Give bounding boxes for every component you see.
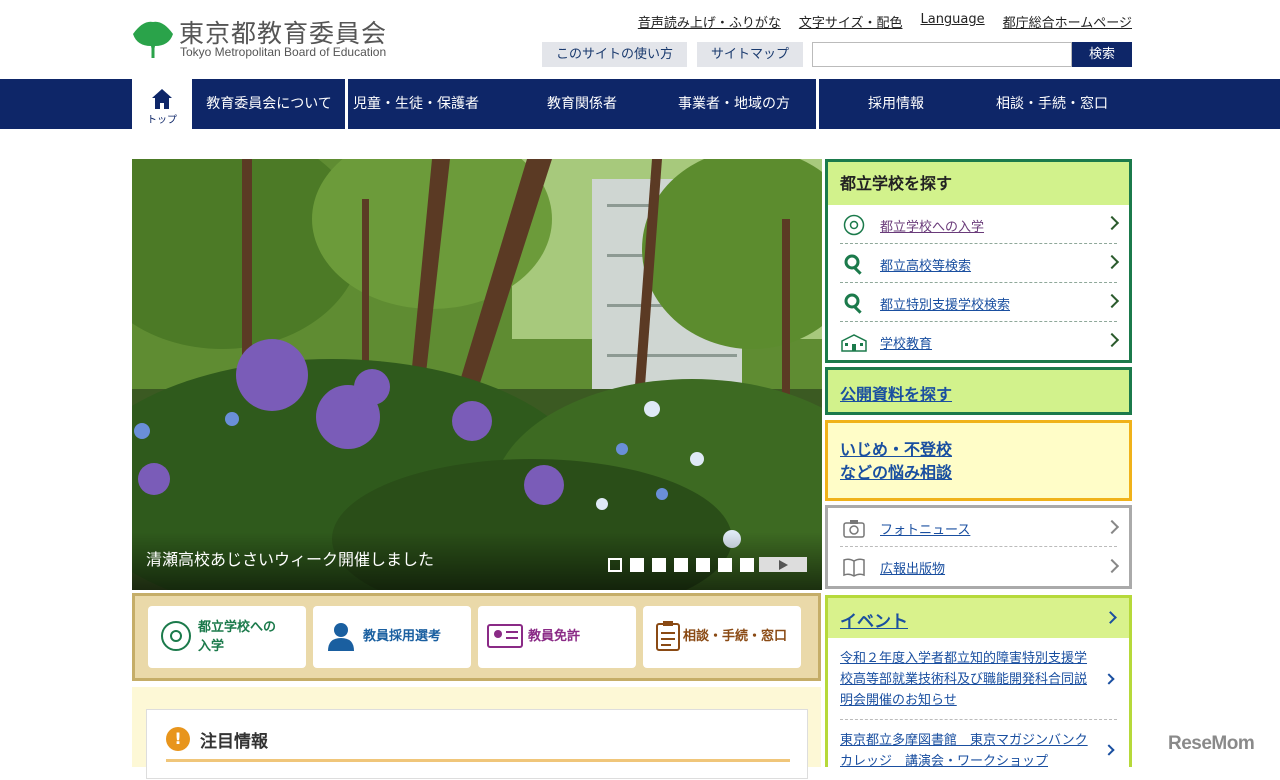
events-header[interactable]: イベント <box>828 598 1129 638</box>
slide-dot[interactable] <box>674 558 688 572</box>
chevron-right-icon <box>1104 611 1117 624</box>
magnifier-icon <box>844 254 862 275</box>
school-search-label[interactable]: 都立高校等検索 <box>880 255 971 274</box>
license-card-icon <box>487 624 523 648</box>
chevron-right-icon <box>1104 519 1120 535</box>
school-search-label[interactable]: 都立学校への入学 <box>880 216 984 235</box>
slide-dot[interactable] <box>696 558 710 572</box>
events-title[interactable]: イベント <box>840 607 908 632</box>
public-docs-link[interactable]: 公開資料を探す <box>840 381 952 405</box>
quick-link-admission[interactable]: 都立学校への 入学 <box>148 606 306 668</box>
misc-link-label[interactable]: フォトニュース <box>880 519 970 538</box>
attention-panel: ! 注目情報 <box>146 709 808 779</box>
chevron-right-icon <box>1104 332 1120 348</box>
event-link[interactable]: 東京都立多摩図書館 東京マガジンバンクカレッジ 講演会・ワークショップ <box>840 733 1088 769</box>
sitemap-button[interactable]: サイトマップ <box>697 42 804 67</box>
site-logo[interactable]: 東京都教育委員会 Tokyo Metropolitan Board of Edu… <box>131 14 411 64</box>
search-input[interactable] <box>812 42 1072 67</box>
teacher-icon <box>328 623 354 651</box>
search-button[interactable]: 検索 <box>1072 42 1132 67</box>
quick-link-consultation[interactable]: 相談・手続・窓口 <box>643 606 801 668</box>
nav-about-board[interactable]: 教育委員会について <box>194 79 344 129</box>
event-link[interactable]: 令和２年度入学者都立知的障害特別支援学校高等部就業技術科及び職能開発科合同説明会… <box>840 651 1087 708</box>
util-link-language[interactable]: Language <box>920 12 984 31</box>
school-search-box: 都立学校を探す 都立学校への入学 都立高校等検索 都立特別支援学校検索 学校教育 <box>825 159 1132 363</box>
bullying-consultation-link[interactable]: いじめ・不登校 などの悩み相談 <box>840 438 952 484</box>
hero-caption[interactable]: 清瀬高校あじさいウィーク開催しました <box>146 546 434 570</box>
misc-link-item[interactable]: 広報出版物 <box>840 547 1120 586</box>
magnifier-icon <box>844 293 862 314</box>
chevron-right-icon <box>1104 558 1120 574</box>
school-search-label[interactable]: 都立特別支援学校検索 <box>880 294 1010 313</box>
misc-links-box: フォトニュース 広報出版物 <box>825 505 1132 589</box>
event-item[interactable]: 東京都立多摩図書館 東京マガジンバンクカレッジ 講演会・ワークショップ <box>840 720 1117 780</box>
quick-link-teacher-license[interactable]: 教員免許 <box>478 606 636 668</box>
util-link-voice[interactable]: 音声読み上げ・ふりがな <box>638 12 781 31</box>
util-link-font-size[interactable]: 文字サイズ・配色 <box>799 12 903 31</box>
site-header: 東京都教育委員会 Tokyo Metropolitan Board of Edu… <box>0 0 1280 79</box>
clipboard-icon <box>656 621 680 651</box>
school-search-item[interactable]: 学校教育 <box>840 322 1120 361</box>
chevron-right-icon <box>1104 215 1120 231</box>
slide-dot[interactable] <box>652 558 666 572</box>
util-link-tocho[interactable]: 都庁総合ホームページ <box>1003 12 1132 31</box>
global-nav: トップ 教育委員会について 児童・生徒・保護者 教育関係者 事業者・地域の方 採… <box>0 79 1280 129</box>
book-icon <box>843 558 865 577</box>
camera-icon <box>843 520 865 538</box>
misc-link-label[interactable]: 広報出版物 <box>880 558 945 577</box>
school-flower-icon <box>843 214 865 236</box>
sub-buttons: このサイトの使い方 サイトマップ <box>542 42 804 67</box>
slideshow-play-button[interactable] <box>759 557 807 572</box>
logo-english: Tokyo Metropolitan Board of Education <box>180 45 387 59</box>
attention-underline <box>166 759 790 762</box>
quick-link-label: 都立学校への 入学 <box>198 619 277 655</box>
chevron-right-icon <box>1103 672 1115 685</box>
event-item[interactable]: 令和２年度入学者都立知的障害特別支援学校高等部就業技術科及び職能開発科合同説明会… <box>840 638 1117 721</box>
school-search-title: 都立学校を探す <box>828 162 1129 205</box>
nav-home-label: トップ <box>147 115 177 126</box>
quick-link-label: 教員免許 <box>528 629 581 645</box>
slide-dot[interactable] <box>740 558 754 572</box>
public-docs-box[interactable]: 公開資料を探す <box>825 367 1132 415</box>
school-search-item[interactable]: 都立高校等検索 <box>840 244 1120 283</box>
hero-slideshow[interactable]: 清瀬高校あじさいウィーク開催しました <box>132 159 822 590</box>
misc-link-item[interactable]: フォトニュース <box>840 508 1120 547</box>
chevron-right-icon <box>1104 293 1120 309</box>
quick-link-label: 教員採用選考 <box>363 629 442 645</box>
attention-title: 注目情報 <box>200 732 268 752</box>
quick-links: 都立学校への 入学 教員採用選考 教員免許 相談・手続・窓口 <box>132 593 821 681</box>
nav-business-community[interactable]: 事業者・地域の方 <box>664 79 804 129</box>
hero-photo-garden <box>132 159 822 590</box>
nav-separator <box>816 79 819 129</box>
slide-dot[interactable] <box>718 558 732 572</box>
events-box: イベント 令和２年度入学者都立知的障害特別支援学校高等部就業技術科及び職能開発科… <box>825 595 1132 769</box>
school-building-icon <box>841 334 867 352</box>
slide-dot[interactable] <box>608 558 622 572</box>
exclamation-icon: ! <box>166 727 190 751</box>
utility-links: 音声読み上げ・ふりがな 文字サイズ・配色 Language 都庁総合ホームページ <box>638 12 1132 31</box>
slide-dot[interactable] <box>630 558 644 572</box>
home-icon <box>152 89 172 109</box>
quick-link-teacher-recruitment[interactable]: 教員採用選考 <box>313 606 471 668</box>
quick-link-label: 相談・手続・窓口 <box>683 629 788 645</box>
school-search-label[interactable]: 学校教育 <box>880 333 932 352</box>
resemom-watermark: ReseMom <box>1168 733 1255 754</box>
ginkgo-logo-icon <box>133 21 173 58</box>
school-flower-icon <box>161 621 191 651</box>
bullying-consultation-box[interactable]: いじめ・不登校 などの悩み相談 <box>825 420 1132 501</box>
nav-consultation[interactable]: 相談・手続・窓口 <box>982 79 1122 129</box>
school-search-item[interactable]: 都立特別支援学校検索 <box>840 283 1120 322</box>
school-search-item[interactable]: 都立学校への入学 <box>840 205 1120 244</box>
slide-indicators <box>608 558 754 572</box>
chevron-right-icon <box>1103 744 1115 756</box>
site-usage-button[interactable]: このサイトの使い方 <box>542 42 688 67</box>
nav-educators[interactable]: 教育関係者 <box>516 79 648 129</box>
nav-home[interactable]: トップ <box>132 79 192 129</box>
nav-students-parents[interactable]: 児童・生徒・保護者 <box>348 79 484 129</box>
nav-recruitment[interactable]: 採用情報 <box>830 79 962 129</box>
chevron-right-icon <box>1104 254 1120 270</box>
